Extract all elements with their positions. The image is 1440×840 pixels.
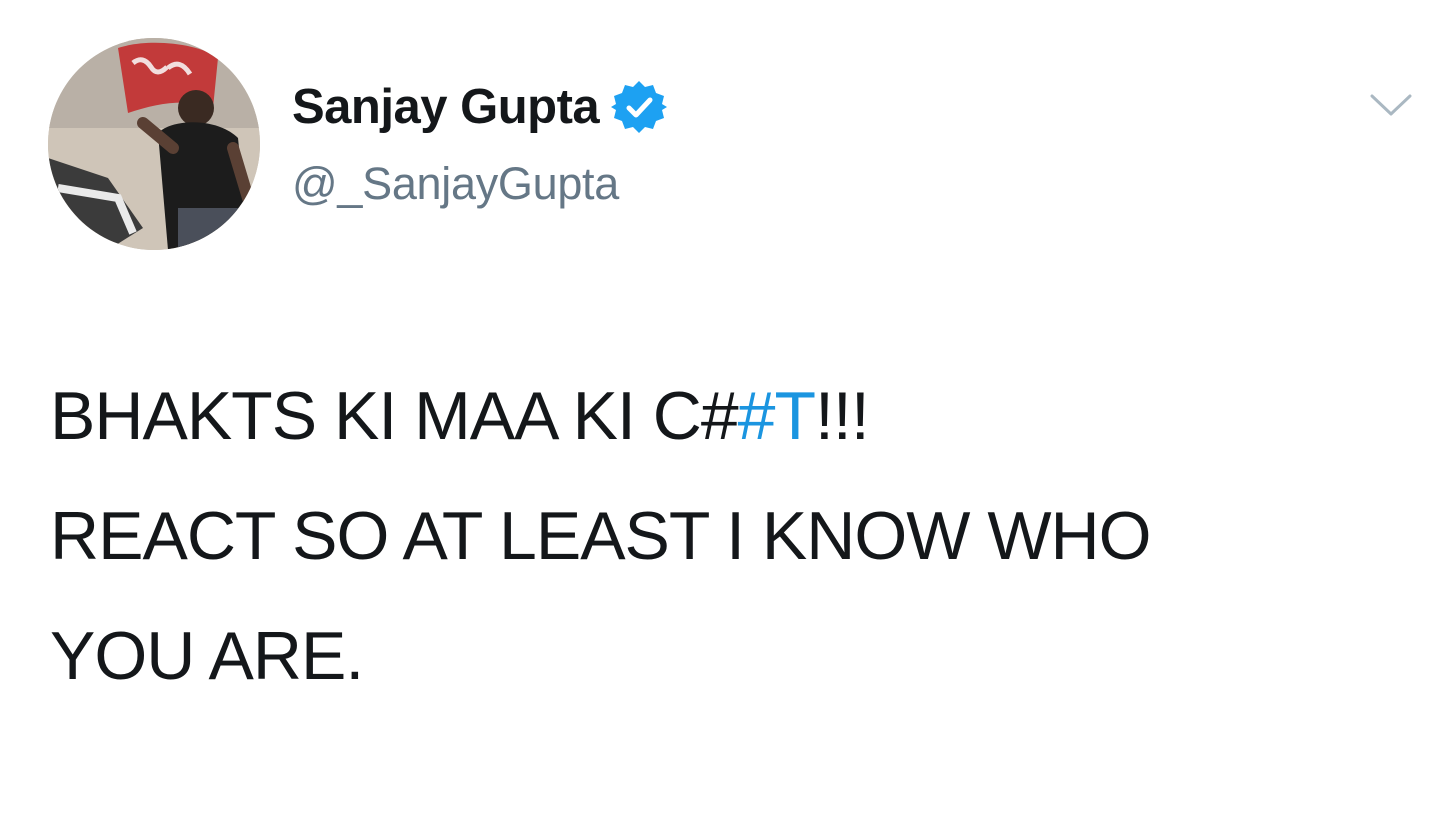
tweet-line-1-end: !!! bbox=[815, 378, 870, 454]
user-handle[interactable]: @_SanjayGupta bbox=[292, 154, 619, 214]
profile-photo bbox=[48, 38, 260, 250]
hashtag-link[interactable]: #T bbox=[738, 378, 816, 454]
chevron-down-icon[interactable] bbox=[1368, 92, 1414, 120]
tweet-line-1-text: BHAKTS KI MAA KI C# bbox=[50, 378, 739, 454]
tweet-line-2: REACT SO AT LEAST I KNOW WHO bbox=[50, 498, 1152, 574]
tweet-line-3: YOU ARE. bbox=[50, 618, 364, 694]
tweet-line-1: BHAKTS KI MAA KI C##T!!! bbox=[50, 356, 1410, 476]
tweet-text: BHAKTS KI MAA KI C##T!!! REACT SO AT LEA… bbox=[50, 356, 1410, 716]
tweet-card: Sanjay Gupta @_SanjayGupta BHAKTS KI MAA… bbox=[0, 0, 1440, 810]
tweet-meta bbox=[50, 790, 76, 840]
display-name[interactable]: Sanjay Gupta bbox=[292, 76, 600, 138]
author-name-row: Sanjay Gupta bbox=[292, 76, 668, 138]
verified-badge-icon bbox=[611, 79, 668, 135]
avatar[interactable] bbox=[48, 38, 260, 250]
